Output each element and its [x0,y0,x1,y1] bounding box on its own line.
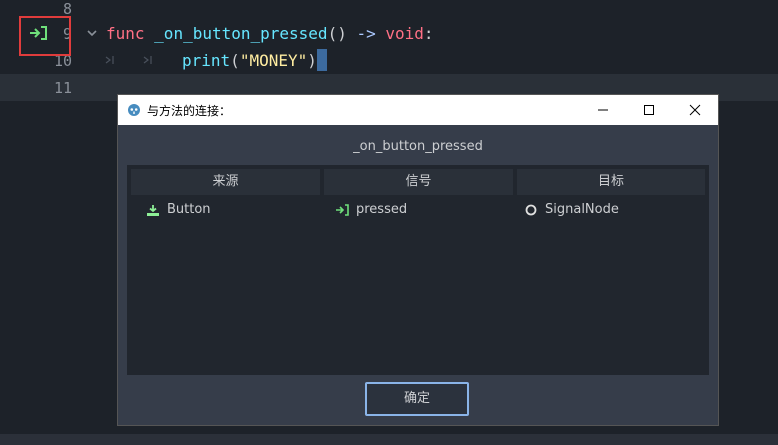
godot-logo-icon [128,104,140,116]
connections-tree[interactable]: 来源 信号 目标 Button pressed SignalNode [127,165,709,375]
connection-dialog: 与方法的连接： _on_button_pressed 来源 信号 目标 Butt… [118,95,718,425]
column-header-signal[interactable]: 信号 [324,169,513,195]
code-line-10[interactable]: 10 print("MONEY") [0,47,778,74]
ok-button[interactable]: 确定 [365,382,469,416]
string-literal: "MONEY" [239,51,308,70]
column-header-target[interactable]: 目标 [517,169,705,195]
source-cell: Button [147,198,317,222]
dialog-title: 与方法的连接： [147,104,232,118]
maximize-icon [644,105,654,115]
close-icon [689,104,701,116]
tab-indent-icon [105,56,114,64]
close-button[interactable] [672,95,718,125]
button-node-icon [147,205,159,216]
bottom-panel-bar [0,434,778,445]
node-icon [525,204,537,216]
open-paren: ( [230,51,240,70]
text-caret [317,49,327,71]
colon: : [423,24,434,43]
print-function: print [182,51,231,70]
signal-name: pressed [356,202,408,217]
source-name: Button [167,202,211,217]
dialog-body: _on_button_pressed 来源 信号 目标 Button press… [118,125,718,425]
function-name: _on_button_pressed [154,24,328,43]
function-declaration: func _on_button_pressed() -> void: [106,24,434,43]
parens: () [327,24,347,43]
chevron-down-icon[interactable] [86,27,98,39]
target-cell: SignalNode [525,198,695,222]
minimize-icon [598,109,608,111]
code-line-9[interactable]: 9 func _on_button_pressed() -> void: [0,20,778,47]
highlight-box [19,16,71,56]
maximize-button[interactable] [626,95,672,125]
signal-icon [336,204,349,216]
code-line-8[interactable]: 8 [0,0,778,20]
keyword: func [106,24,145,43]
tree-header: 来源 信号 目标 [131,169,705,195]
print-statement: print("MONEY") [182,51,317,70]
dialog-titlebar[interactable]: 与方法的连接： [118,95,718,125]
line-number: 11 [53,79,72,97]
signal-cell: pressed [336,198,506,222]
minimize-button[interactable] [580,95,626,125]
table-row[interactable]: Button pressed SignalNode [127,198,709,222]
column-header-source[interactable]: 来源 [131,169,320,195]
tab-indent-icon [143,56,152,64]
arrow: -> [356,24,376,43]
close-paren: ) [307,51,317,70]
return-type: void [385,24,424,43]
target-name: SignalNode [545,202,619,217]
method-name-label: _on_button_pressed [353,139,483,154]
